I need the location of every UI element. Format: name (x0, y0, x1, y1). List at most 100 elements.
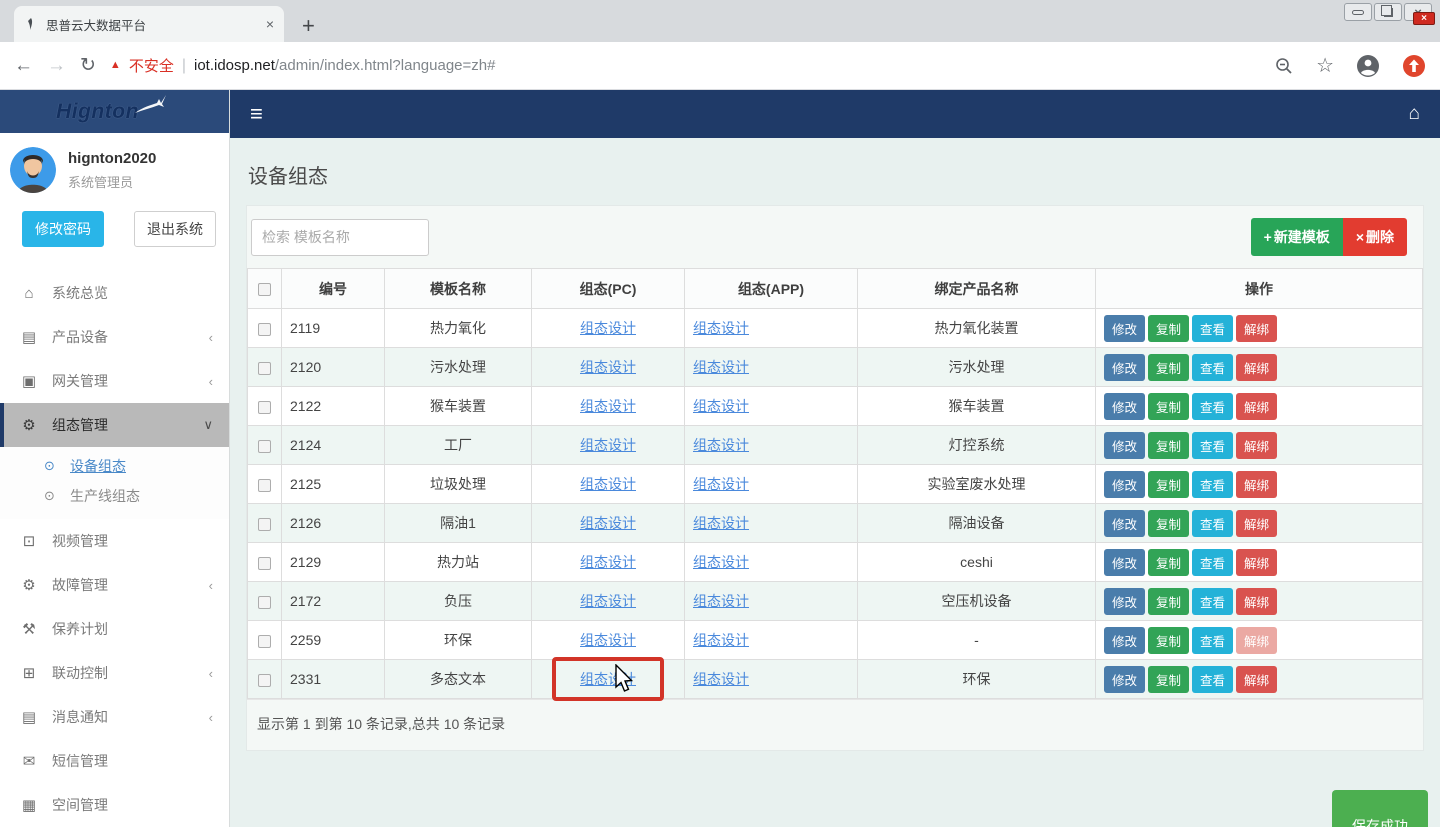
window-minimize-button[interactable] (1344, 3, 1372, 21)
app-config-link[interactable]: 组态设计 (693, 554, 749, 570)
copy-button[interactable]: 复制 (1148, 666, 1189, 693)
unbind-button[interactable]: 解绑 (1236, 354, 1277, 381)
select-all-checkbox[interactable] (258, 283, 271, 296)
app-config-link[interactable]: 组态设计 (693, 476, 749, 492)
sidebar-item-overview[interactable]: ⌂系统总览 (0, 271, 229, 315)
reload-icon[interactable]: ↻ (80, 54, 96, 77)
forward-icon[interactable]: → (47, 55, 66, 77)
search-input[interactable] (251, 219, 429, 256)
pc-config-link[interactable]: 组态设计 (580, 632, 636, 648)
modify-button[interactable]: 修改 (1104, 354, 1145, 381)
unbind-button[interactable]: 解绑 (1236, 393, 1277, 420)
pc-config-link[interactable]: 组态设计 (580, 359, 636, 375)
sidebar-item-sms[interactable]: ✉短信管理 (0, 739, 229, 783)
back-icon[interactable]: ← (14, 55, 33, 77)
sidebar-item-scada[interactable]: ⚙组态管理∨ (0, 403, 229, 447)
sidebar-item-message[interactable]: ▤消息通知‹ (0, 695, 229, 739)
address-bar[interactable]: ▲ 不安全 | iot.idosp.net/admin/index.html?l… (110, 55, 1260, 76)
view-button[interactable]: 查看 (1192, 627, 1233, 654)
zoom-out-icon[interactable] (1274, 56, 1294, 76)
view-button[interactable]: 查看 (1192, 393, 1233, 420)
app-config-link[interactable]: 组态设计 (693, 671, 749, 687)
app-config-link[interactable]: 组态设计 (693, 632, 749, 648)
pc-config-link[interactable]: 组态设计 (580, 398, 636, 414)
view-button[interactable]: 查看 (1192, 666, 1233, 693)
browser-profile-icon[interactable] (1356, 54, 1380, 78)
sidebar-item-linkage[interactable]: ⊞联动控制‹ (0, 651, 229, 695)
copy-button[interactable]: 复制 (1148, 510, 1189, 537)
row-checkbox[interactable] (258, 479, 271, 492)
sidebar-item-video[interactable]: ⊡视频管理 (0, 519, 229, 563)
copy-button[interactable]: 复制 (1148, 393, 1189, 420)
window-restore-button[interactable] (1374, 3, 1402, 21)
view-button[interactable]: 查看 (1192, 315, 1233, 342)
tab-close-icon[interactable]: × (266, 16, 274, 32)
unbind-button[interactable]: 解绑 (1236, 627, 1277, 654)
sidebar-item-space[interactable]: ▦空间管理 (0, 783, 229, 827)
row-checkbox[interactable] (258, 557, 271, 570)
app-config-link[interactable]: 组态设计 (693, 437, 749, 453)
row-checkbox[interactable] (258, 635, 271, 648)
unbind-button[interactable]: 解绑 (1236, 549, 1277, 576)
sidebar-item-fault[interactable]: ⚙故障管理‹ (0, 563, 229, 607)
unbind-button[interactable]: 解绑 (1236, 471, 1277, 498)
copy-button[interactable]: 复制 (1148, 588, 1189, 615)
modify-button[interactable]: 修改 (1104, 471, 1145, 498)
modify-button[interactable]: 修改 (1104, 588, 1145, 615)
row-checkbox[interactable] (258, 323, 271, 336)
pc-config-link[interactable]: 组态设计 (580, 437, 636, 453)
new-template-button[interactable]: +新建模板 (1251, 218, 1343, 256)
app-config-link[interactable]: 组态设计 (693, 359, 749, 375)
bookmark-star-icon[interactable]: ☆ (1316, 53, 1334, 78)
modify-button[interactable]: 修改 (1104, 627, 1145, 654)
row-checkbox[interactable] (258, 440, 271, 453)
row-checkbox[interactable] (258, 401, 271, 414)
sidebar-subitem-line-scada[interactable]: ⊙生产线组态 (0, 481, 229, 511)
delete-button[interactable]: ×删除 (1343, 218, 1407, 256)
view-button[interactable]: 查看 (1192, 510, 1233, 537)
app-config-link[interactable]: 组态设计 (693, 515, 749, 531)
sidebar-item-products[interactable]: ▤产品设备‹ (0, 315, 229, 359)
copy-button[interactable]: 复制 (1148, 471, 1189, 498)
browser-tab[interactable]: 思普云大数据平台 × (14, 6, 284, 42)
unbind-button[interactable]: 解绑 (1236, 588, 1277, 615)
view-button[interactable]: 查看 (1192, 432, 1233, 459)
pc-config-link[interactable]: 组态设计 (580, 320, 636, 336)
new-tab-button[interactable]: + (302, 16, 315, 36)
pc-config-link[interactable]: 组态设计 (580, 554, 636, 570)
window-close-button[interactable]: × × (1404, 3, 1432, 21)
view-button[interactable]: 查看 (1192, 549, 1233, 576)
copy-button[interactable]: 复制 (1148, 627, 1189, 654)
pc-config-link[interactable]: 组态设计 (580, 671, 636, 687)
app-config-link[interactable]: 组态设计 (693, 320, 749, 336)
view-button[interactable]: 查看 (1192, 471, 1233, 498)
row-checkbox[interactable] (258, 518, 271, 531)
hamburger-menu-icon[interactable]: ≡ (250, 101, 263, 127)
view-button[interactable]: 查看 (1192, 588, 1233, 615)
change-password-button[interactable]: 修改密码 (22, 211, 104, 247)
pc-config-link[interactable]: 组态设计 (580, 593, 636, 609)
sidebar-item-maintain[interactable]: ⚒保养计划 (0, 607, 229, 651)
not-secure-label[interactable]: 不安全 (129, 55, 174, 76)
modify-button[interactable]: 修改 (1104, 393, 1145, 420)
copy-button[interactable]: 复制 (1148, 354, 1189, 381)
browser-update-icon[interactable] (1402, 54, 1426, 78)
copy-button[interactable]: 复制 (1148, 315, 1189, 342)
sidebar-subitem-device-scada[interactable]: ⊙设备组态 (0, 451, 229, 481)
app-config-link[interactable]: 组态设计 (693, 398, 749, 414)
unbind-button[interactable]: 解绑 (1236, 666, 1277, 693)
logout-button[interactable]: 退出系统 (134, 211, 216, 247)
modify-button[interactable]: 修改 (1104, 549, 1145, 576)
app-config-link[interactable]: 组态设计 (693, 593, 749, 609)
modify-button[interactable]: 修改 (1104, 315, 1145, 342)
home-icon[interactable]: ⌂ (1409, 103, 1420, 125)
modify-button[interactable]: 修改 (1104, 666, 1145, 693)
pc-config-link[interactable]: 组态设计 (580, 515, 636, 531)
row-checkbox[interactable] (258, 674, 271, 687)
copy-button[interactable]: 复制 (1148, 549, 1189, 576)
unbind-button[interactable]: 解绑 (1236, 315, 1277, 342)
unbind-button[interactable]: 解绑 (1236, 432, 1277, 459)
unbind-button[interactable]: 解绑 (1236, 510, 1277, 537)
copy-button[interactable]: 复制 (1148, 432, 1189, 459)
modify-button[interactable]: 修改 (1104, 510, 1145, 537)
